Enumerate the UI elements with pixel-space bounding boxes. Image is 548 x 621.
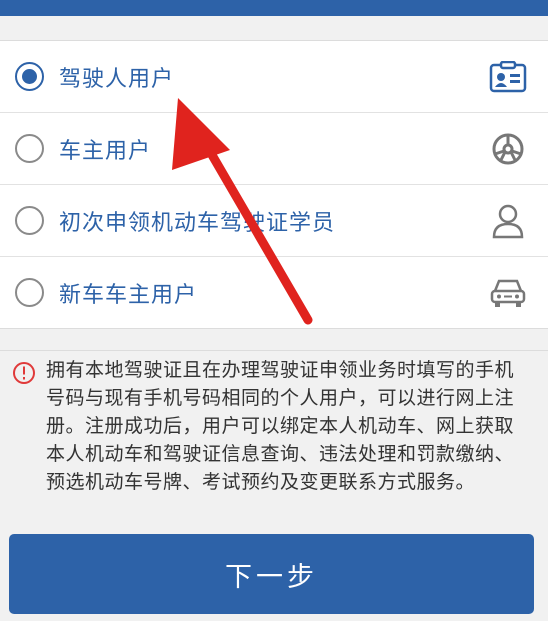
radio-new-car-owner[interactable] (15, 278, 44, 307)
radio-first-license-trainee[interactable] (15, 206, 44, 235)
notice-text: 拥有本地驾驶证且在办理驾驶证申领业务时填写的手机号码与现有手机号码相同的个人用户… (46, 359, 515, 493)
radio-driver-user[interactable] (15, 62, 44, 91)
option-first-license-trainee[interactable]: 初次申领机动车驾驶证学员 (0, 185, 548, 257)
person-icon (488, 201, 528, 241)
steering-wheel-icon (488, 129, 528, 169)
option-new-car-owner[interactable]: 新车车主用户 (0, 257, 548, 328)
registration-notice: 拥有本地驾驶证且在办理驾驶证申领业务时填写的手机号码与现有手机号码相同的个人用户… (0, 350, 548, 493)
id-card-icon (488, 57, 528, 97)
info-icon (12, 361, 36, 385)
car-icon (488, 273, 528, 313)
option-label: 新车车主用户 (59, 282, 198, 308)
option-label: 车主用户 (59, 138, 152, 164)
option-label: 驾驶人用户 (59, 66, 175, 92)
option-driver-user[interactable]: 驾驶人用户 (0, 41, 548, 113)
option-label: 初次申领机动车驾驶证学员 (59, 210, 336, 236)
user-type-options: 驾驶人用户 车主用户 初次申领机动车驾驶证学员 新车车主用户 (0, 40, 548, 329)
option-vehicle-owner[interactable]: 车主用户 (0, 113, 548, 185)
header-bar (0, 0, 548, 16)
next-step-button[interactable]: 下一步 (9, 534, 534, 614)
radio-vehicle-owner[interactable] (15, 134, 44, 163)
